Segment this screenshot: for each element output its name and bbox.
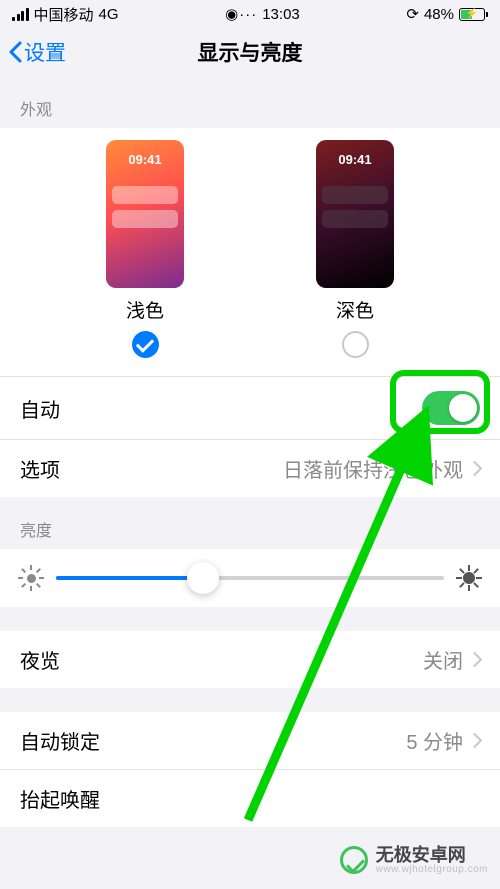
radio-dark-unchecked[interactable] [342,331,369,358]
raise-wake-label: 抬起唤醒 [20,784,100,813]
chevron-left-icon [8,41,22,63]
back-label: 设置 [24,37,66,67]
dark-label: 深色 [336,296,374,323]
preview-dark: 09:41 [316,140,394,288]
preview-light: 09:41 [106,140,184,288]
row-options[interactable]: 选项 日落前保持浅色外观 [0,440,500,497]
auto-label: 自动 [20,394,60,423]
back-button[interactable]: 设置 [8,37,66,67]
row-auto-lock[interactable]: 自动锁定 5 分钟 [0,712,500,770]
row-raise-wake: 抬起唤醒 [0,770,500,827]
auto-lock-value: 5 分钟 [406,726,463,755]
brightness-high-icon [458,567,480,589]
brightness-slider[interactable] [56,576,444,580]
watermark: 无极安卓网 www.wjhotelgroup.com [340,846,488,875]
appearance-option-dark[interactable]: 09:41 深色 [316,140,394,358]
radio-light-checked[interactable] [132,331,159,358]
auto-lock-label: 自动锁定 [20,726,100,755]
night-shift-label: 夜览 [20,645,60,674]
battery-pct: 48% [424,6,454,23]
appearance-option-light[interactable]: 09:41 浅色 [106,140,184,358]
chevron-right-icon [467,457,480,480]
row-night-shift[interactable]: 夜览 关闭 [0,631,500,688]
lock-panel: 自动锁定 5 分钟 抬起唤醒 [0,712,500,827]
signal-icon [12,8,29,21]
status-bar: 中国移动 4G ◉··· 13:03 ⟳ 48% ⚡ [0,0,500,28]
appearance-panel: 09:41 浅色 09:41 深色 自动 选项 日落前保持浅色外观 [0,128,500,497]
orientation-lock-icon: ⟳ [406,5,419,23]
navbar: 设置 显示与亮度 [0,28,500,76]
brightness-panel [0,549,500,607]
chevron-right-icon [467,729,480,752]
page-title: 显示与亮度 [198,37,303,67]
section-header-brightness: 亮度 [0,497,500,549]
night-shift-panel: 夜览 关闭 [0,631,500,688]
options-label: 选项 [20,454,60,483]
recording-icon: ◉··· [225,5,257,23]
battery-icon: ⚡ [459,8,488,21]
raise-wake-toggle-partial[interactable] [436,790,480,808]
network-label: 4G [99,6,119,23]
chevron-right-icon [467,648,480,671]
carrier-label: 中国移动 [34,4,94,25]
light-label: 浅色 [126,296,164,323]
slider-thumb[interactable] [187,562,219,594]
watermark-url: www.wjhotelgroup.com [376,865,488,876]
options-value: 日落前保持浅色外观 [283,454,463,483]
clock-label: 13:03 [262,6,300,23]
auto-toggle[interactable] [422,391,480,425]
night-shift-value: 关闭 [423,645,463,674]
brightness-low-icon [20,567,42,589]
section-header-appearance: 外观 [0,76,500,128]
watermark-logo-icon [340,846,368,874]
watermark-title: 无极安卓网 [376,846,488,865]
row-auto: 自动 [0,377,500,440]
